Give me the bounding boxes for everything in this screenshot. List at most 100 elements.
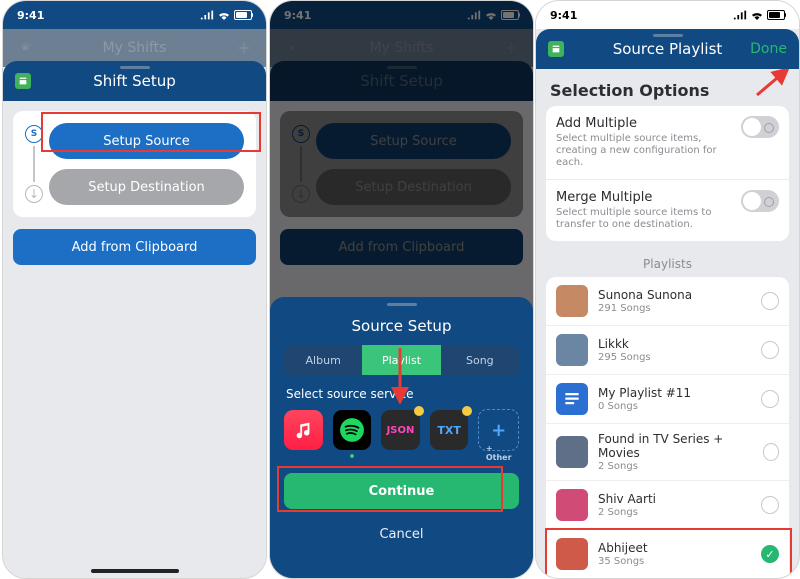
- album-art-icon: [556, 436, 588, 468]
- status-time: 9:41: [550, 9, 577, 22]
- cellular-icon: [733, 10, 747, 20]
- phone-shift-setup: 9:41 My Shifts Shift Setup S ↓: [2, 0, 267, 579]
- app-badge-icon: [15, 73, 31, 89]
- done-button[interactable]: Done: [750, 41, 787, 57]
- wifi-icon: [217, 10, 231, 20]
- plus-icon: [236, 40, 252, 56]
- drag-handle-icon[interactable]: [653, 34, 683, 37]
- battery-icon: [234, 10, 252, 20]
- option-title: Merge Multiple: [556, 190, 731, 205]
- wifi-icon: [750, 10, 764, 20]
- playlist-subtitle: 2 Songs: [598, 507, 656, 518]
- playlist-name: Abhijeet: [598, 541, 648, 555]
- badge-icon: [414, 406, 424, 416]
- playlist-name: Found in TV Series + Movies: [598, 432, 753, 460]
- service-spotify[interactable]: [333, 410, 372, 450]
- radio-selected-icon[interactable]: ✓: [761, 545, 779, 563]
- playlist-subtitle: 291 Songs: [598, 303, 692, 314]
- playlist-subtitle: 35 Songs: [598, 556, 648, 567]
- radio-unselected-icon[interactable]: [761, 390, 779, 408]
- service-apple-music[interactable]: [284, 410, 323, 450]
- playlist-name: Sunona Sunona: [598, 288, 692, 302]
- status-icons: [200, 10, 252, 20]
- sheet-title: Shift Setup: [93, 72, 176, 90]
- home-indicator-icon: [91, 569, 179, 573]
- step-source-icon: S: [25, 125, 43, 143]
- cellular-icon: [200, 10, 214, 20]
- playlist-row[interactable]: Abhijeet35 Songs ✓: [546, 529, 789, 578]
- playlist-icon: [556, 383, 588, 415]
- toggle-merge-multiple[interactable]: [741, 190, 779, 212]
- source-setup-sheet: Source Setup Album Playlist Song Select …: [270, 297, 533, 578]
- playlists-list[interactable]: Sunona Sunona291 SongsLikkk295 SongsMy P…: [546, 277, 789, 579]
- steps-card: S ↓ Setup Source Setup Destination: [13, 111, 256, 217]
- drag-handle-icon[interactable]: [387, 303, 417, 306]
- section-selection-options: Selection Options: [536, 69, 799, 106]
- setup-destination-button[interactable]: Setup Destination: [49, 169, 244, 205]
- service-txt-label: TXT: [437, 424, 461, 437]
- tab-song[interactable]: Song: [441, 345, 519, 375]
- service-add-other[interactable]: ++ Other: [478, 409, 519, 451]
- phone-source-setup: 9:41 My Shifts Shift Setup S↓ Setup Sour…: [269, 0, 534, 579]
- select-service-label: Select source service: [286, 387, 519, 401]
- music-note-icon: [292, 419, 314, 441]
- service-json-label: JSON: [387, 425, 415, 436]
- background-title: My Shifts: [103, 40, 167, 56]
- sheet-title: Source Playlist: [613, 40, 723, 58]
- album-art-icon: [556, 538, 588, 570]
- status-bar: 9:41: [536, 1, 799, 29]
- playlist-subtitle: 2 Songs: [598, 461, 753, 472]
- service-json[interactable]: JSON: [381, 410, 420, 450]
- setup-source-button[interactable]: Setup Source: [49, 123, 244, 159]
- triptych-container: 9:41 My Shifts Shift Setup S ↓: [0, 0, 800, 579]
- service-row: JSON TXT ++ Other: [284, 409, 519, 451]
- cancel-button[interactable]: Cancel: [284, 527, 519, 542]
- playlist-row[interactable]: Shiv Aarti2 Songs: [546, 480, 789, 529]
- other-label: + Other: [486, 444, 512, 462]
- service-txt[interactable]: TXT: [430, 410, 469, 450]
- sheet-header: Source Playlist Done: [536, 29, 799, 69]
- playlist-row[interactable]: Found in TV Series + Movies2 Songs: [546, 423, 789, 480]
- option-subtitle: Select multiple source items, creating a…: [556, 133, 731, 169]
- radio-unselected-icon[interactable]: [763, 443, 779, 461]
- playlist-subtitle: 295 Songs: [598, 352, 651, 363]
- playlist-row[interactable]: Sunona Sunona291 Songs: [546, 277, 789, 325]
- phone-source-playlist: 9:41 Source Playlist Done Selection Opti…: [535, 0, 800, 579]
- content-type-segment: Album Playlist Song: [284, 345, 519, 375]
- radio-unselected-icon[interactable]: [761, 292, 779, 310]
- option-subtitle: Select multiple source items to transfer…: [556, 207, 731, 231]
- add-from-clipboard-button[interactable]: Add from Clipboard: [13, 229, 256, 265]
- selection-options-card: Add Multiple Select multiple source item…: [546, 106, 789, 241]
- tab-playlist[interactable]: Playlist: [362, 345, 440, 375]
- continue-button[interactable]: Continue: [284, 473, 519, 509]
- step-destination-icon: ↓: [25, 185, 43, 203]
- option-add-multiple: Add Multiple Select multiple source item…: [546, 106, 789, 179]
- playlist-row[interactable]: Likkk295 Songs: [546, 325, 789, 374]
- playlist-name: Likkk: [598, 337, 651, 351]
- sheet-header: Shift Setup: [3, 61, 266, 101]
- sheet-title: Source Setup: [284, 317, 519, 335]
- tab-album[interactable]: Album: [284, 345, 362, 375]
- status-bar: 9:41: [3, 1, 266, 29]
- radio-unselected-icon[interactable]: [761, 341, 779, 359]
- gear-icon: [17, 40, 33, 56]
- step-rail: S ↓: [25, 125, 43, 203]
- spotify-icon: [339, 417, 365, 443]
- status-icons: [733, 10, 785, 20]
- option-merge-multiple: Merge Multiple Select multiple source it…: [546, 179, 789, 241]
- status-time: 9:41: [17, 9, 44, 22]
- drag-handle-icon[interactable]: [120, 66, 150, 69]
- toggle-add-multiple[interactable]: [741, 116, 779, 138]
- app-badge-icon: [548, 41, 564, 57]
- badge-icon: [462, 406, 472, 416]
- playlist-name: Shiv Aarti: [598, 492, 656, 506]
- album-art-icon: [556, 285, 588, 317]
- album-art-icon: [556, 489, 588, 521]
- option-title: Add Multiple: [556, 116, 731, 131]
- list-section-playlists: Playlists: [536, 257, 799, 271]
- album-art-icon: [556, 334, 588, 366]
- playlist-row[interactable]: My Playlist #110 Songs: [546, 374, 789, 423]
- radio-unselected-icon[interactable]: [761, 496, 779, 514]
- playlist-name: My Playlist #11: [598, 386, 691, 400]
- playlist-subtitle: 0 Songs: [598, 401, 691, 412]
